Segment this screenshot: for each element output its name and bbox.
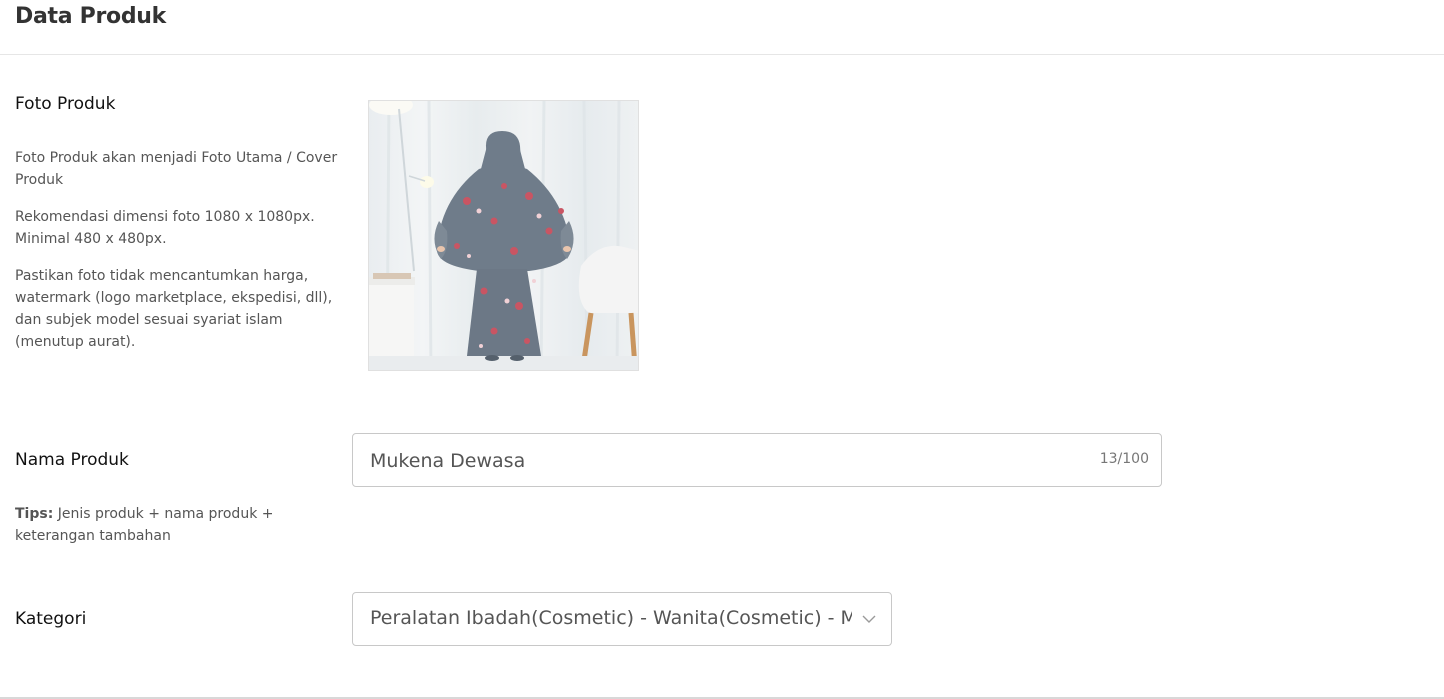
product-photo[interactable] <box>368 100 639 371</box>
name-label: Nama Produk <box>15 450 129 470</box>
photo-help-cover: Foto Produk akan menjadi Foto Utama / Co… <box>15 150 338 188</box>
page-title: Data Produk <box>15 4 166 29</box>
chevron-down-icon <box>862 615 876 623</box>
category-select[interactable]: Peralatan Ibadah(Cosmetic) - Wanita(Cosm… <box>352 592 892 646</box>
product-name-input[interactable] <box>370 446 1070 476</box>
photo-help-rules: Pastikan foto tidak mencantumkan harga, … <box>15 268 333 350</box>
photo-help-dimension: Rekomendasi dimensi foto 1080 x 1080px. … <box>15 209 315 247</box>
page-header: Data Produk <box>0 0 1444 55</box>
category-value: Peralatan Ibadah(Cosmetic) - Wanita(Cosm… <box>370 607 852 629</box>
photo-help: Foto Produk akan menjadi Foto Utama / Co… <box>15 147 350 368</box>
name-tips-prefix: Tips: <box>15 506 54 522</box>
photo-label: Foto Produk <box>15 94 116 114</box>
name-tips-text: Jenis produk + nama produk + keterangan … <box>15 506 274 544</box>
product-photo-image <box>369 101 638 370</box>
category-label: Kategori <box>15 609 87 629</box>
product-name-field[interactable]: 13/100 <box>352 433 1162 487</box>
char-counter: 13/100 <box>1099 451 1149 467</box>
name-tips: Tips: Jenis produk + nama produk + keter… <box>15 503 350 547</box>
